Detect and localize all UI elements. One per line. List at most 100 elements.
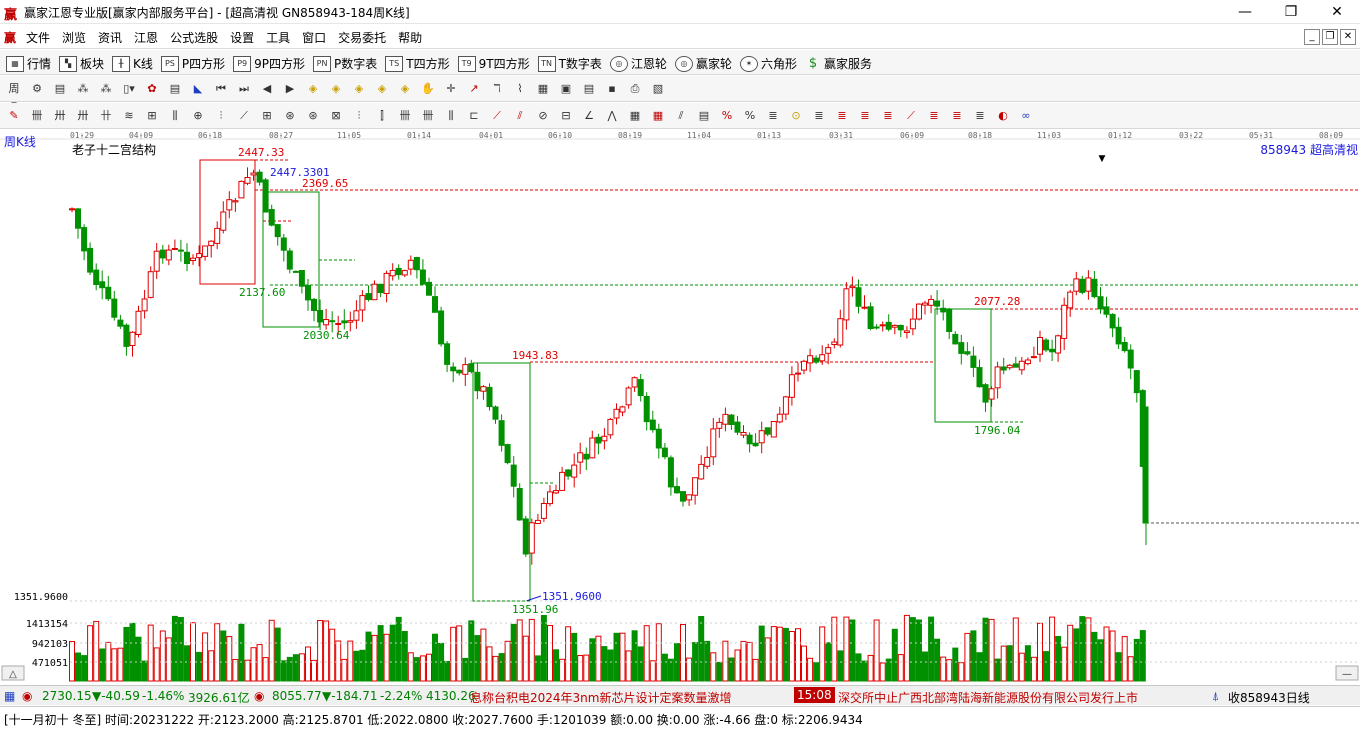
grid-3-icon[interactable]: 卅 [75, 108, 91, 124]
box-1-icon[interactable]: ⊏ [466, 108, 482, 124]
toolbar-winner-service-button[interactable]: $ 赢家服务 [805, 55, 872, 72]
tool-e-icon[interactable]: ▯▾ [121, 81, 137, 97]
nav-2-icon[interactable]: ◈ [328, 81, 344, 97]
fib-8-icon[interactable]: ≣ [926, 108, 942, 124]
nav-5-icon[interactable]: ◈ [397, 81, 413, 97]
toolbar-quotes-button[interactable]: ▦ 行情 [6, 55, 51, 72]
wheel-2-icon[interactable]: ⊛ [305, 108, 321, 124]
percent-tool-icon[interactable]: % [719, 108, 735, 124]
save-icon[interactable]: ▪ [604, 81, 620, 97]
line-1-icon[interactable]: ⟋ [489, 108, 505, 124]
hand-icon[interactable]: ✋ [420, 81, 436, 97]
minimize-button[interactable]: — [1222, 1, 1268, 23]
tool-a-icon[interactable]: ⚙ [29, 81, 45, 97]
percent-icon[interactable]: % [742, 108, 758, 124]
line-2-icon[interactable]: ⫽ [512, 108, 528, 124]
grid-11-icon[interactable]: ⫶ [351, 108, 367, 124]
grid-6-icon[interactable]: ⊞ [144, 108, 160, 124]
tool-h-icon[interactable]: ◣ [190, 81, 206, 97]
nav-1-icon[interactable]: ◈ [305, 81, 321, 97]
period-dropdown-icon[interactable]: 周▾ [6, 81, 22, 111]
news-ticker-1[interactable]: 息称台积电2024年3nm新芯片设计定案数量激增 [470, 689, 731, 706]
tool-c-icon[interactable]: ⁂ [75, 81, 91, 97]
print-icon[interactable]: ⎙ [627, 81, 643, 97]
circle-grid-icon[interactable]: ⊕ [190, 108, 206, 124]
tool-b-icon[interactable]: ▤ [52, 81, 68, 97]
fib-2-icon[interactable]: ⊙ [788, 108, 804, 124]
toolbar-winner-wheel-button[interactable]: ◎ 赢家轮 [674, 55, 732, 72]
fib-10-icon[interactable]: ≣ [972, 108, 988, 124]
fib-3-icon[interactable]: ≣ [811, 108, 827, 124]
grid-9-icon[interactable]: ⊞ [259, 108, 275, 124]
grid-15-icon[interactable]: ⫼ [443, 108, 459, 124]
fan-icon[interactable]: ⟋ [236, 108, 252, 124]
menu-gann[interactable]: 江恩 [134, 29, 158, 46]
doc-icon[interactable]: ▤ [581, 81, 597, 97]
mdi-close-button[interactable]: ✕ [1340, 29, 1356, 45]
toolbar-gann-wheel-button[interactable]: ◎ 江恩轮 [609, 55, 667, 72]
mdi-minimize-button[interactable]: _ [1304, 29, 1320, 45]
fib-6-icon[interactable]: ≣ [880, 108, 896, 124]
grid-12-icon[interactable]: ⫿ [374, 108, 390, 124]
nav-4-icon[interactable]: ◈ [374, 81, 390, 97]
next-icon[interactable]: ▶ [282, 81, 298, 97]
grid-5-icon[interactable]: ≋ [121, 108, 137, 124]
grid-8-icon[interactable]: ⫶ [213, 108, 229, 124]
first-icon[interactable]: ⏮ [213, 81, 229, 97]
tool-f-icon[interactable]: ✿ [144, 81, 160, 97]
grid-14-icon[interactable]: 卌 [420, 108, 436, 124]
grid-1-icon[interactable]: 卌 [29, 108, 45, 124]
menu-tools[interactable]: 工具 [266, 29, 290, 46]
menu-trade[interactable]: 交易委托 [338, 29, 386, 46]
fib-7-icon[interactable]: ⟋ [903, 108, 919, 124]
wave-icon[interactable]: ⋀ [604, 108, 620, 124]
prev-icon[interactable]: ◀ [259, 81, 275, 97]
line-3-icon[interactable]: ⊘ [535, 108, 551, 124]
grid-2-icon[interactable]: 卅 [52, 108, 68, 124]
fib-9-icon[interactable]: ≣ [949, 108, 965, 124]
fib-1-icon[interactable]: ≣ [765, 108, 781, 124]
toolbar-p-square-button[interactable]: PS P四方形 [160, 55, 225, 72]
toolbar-t-number-table-button[interactable]: TN T数字表 [537, 55, 602, 72]
menu-browse[interactable]: 浏览 [62, 29, 86, 46]
wheel-1-icon[interactable]: ⊛ [282, 108, 298, 124]
alert-icon[interactable]: ⍋ [1212, 689, 1219, 704]
line-5-icon[interactable]: ∠ [581, 108, 597, 124]
tool-d-icon[interactable]: ⁂ [98, 81, 114, 97]
grid-17-icon[interactable]: ▦ [650, 108, 666, 124]
grid-13-icon[interactable]: 卌 [397, 108, 413, 124]
dropdown-arrow-icon[interactable]: ▼ [1099, 154, 1106, 164]
grid-4-icon[interactable]: 卄 [98, 108, 114, 124]
calendar-icon[interactable]: ▦ [535, 81, 551, 97]
tool-j-icon[interactable]: ⌇ [512, 81, 528, 97]
fib-4-icon[interactable]: ≣ [834, 108, 850, 124]
parallel-icon[interactable]: ⫽ [673, 108, 689, 124]
table-icon[interactable]: ▤ [696, 108, 712, 124]
grid-10-icon[interactable]: ⊠ [328, 108, 344, 124]
toolbar-t-square-button[interactable]: TS T四方形 [385, 55, 450, 72]
toolbar-kline-button[interactable]: ╫ K线 [112, 55, 153, 72]
calc-icon[interactable]: ▣ [558, 81, 574, 97]
close-button[interactable]: ✕ [1314, 1, 1360, 23]
toolbar-hexagon-button[interactable]: ✶ 六角形 [739, 55, 797, 72]
menu-info[interactable]: 资讯 [98, 29, 122, 46]
nav-3-icon[interactable]: ◈ [351, 81, 367, 97]
menu-settings[interactable]: 设置 [230, 29, 254, 46]
menu-file[interactable]: 文件 [26, 29, 50, 46]
link-icon[interactable]: ∞ [1018, 108, 1034, 124]
menu-help[interactable]: 帮助 [398, 29, 422, 46]
last-icon[interactable]: ⏭ [236, 81, 252, 97]
grid-16-icon[interactable]: ▦ [627, 108, 643, 124]
crosshair-icon[interactable]: ✛ [443, 81, 459, 97]
maximize-button[interactable]: ❐ [1268, 1, 1314, 23]
tool-i-icon[interactable]: ℸ [489, 81, 505, 97]
toolbar-9p-square-button[interactable]: P9 9P四方形 [233, 55, 305, 72]
status-grid-icon[interactable]: ▦ [4, 689, 15, 703]
toolbar-sectors-button[interactable]: ▚ 板块 [59, 55, 104, 72]
line-tool-icon[interactable]: ↗ [466, 81, 482, 97]
kline-chart[interactable]: 周K线 老子十二宫结构 858943 超高清视 ▼ 01-29 04-09 06-1… [0, 129, 1360, 685]
color-wheel-icon[interactable]: ◐ [995, 108, 1011, 124]
menu-window[interactable]: 窗口 [302, 29, 326, 46]
toolbar-9t-square-button[interactable]: T9 9T四方形 [457, 55, 530, 72]
tool-g-icon[interactable]: ▤ [167, 81, 183, 97]
